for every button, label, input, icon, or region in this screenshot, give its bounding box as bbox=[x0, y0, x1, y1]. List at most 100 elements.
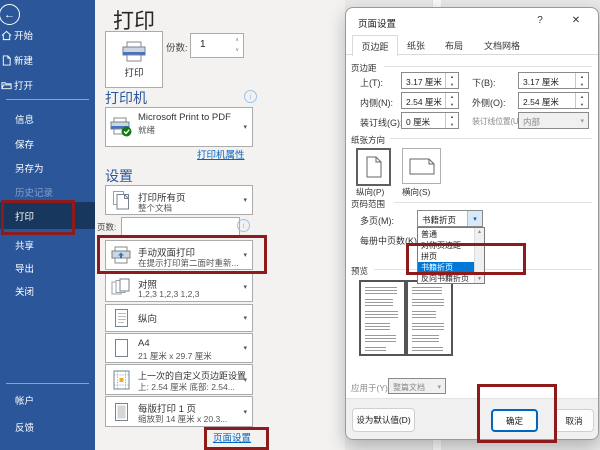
portrait-page-icon bbox=[114, 309, 129, 328]
option-book-fold[interactable]: 书籍折页 bbox=[418, 262, 475, 273]
sidebar-item-label: 信息 bbox=[15, 112, 34, 126]
margin-bottom-field[interactable]: 3.17 厘米 ▲▼ bbox=[518, 72, 589, 89]
back-button[interactable]: ← bbox=[0, 4, 20, 25]
group-divider bbox=[394, 202, 592, 203]
margins-selector[interactable]: 上一次的自定义页边距设置 上: 2.54 厘米 底部: 2.54... ▾ bbox=[105, 364, 253, 395]
help-button[interactable]: ? bbox=[528, 11, 552, 30]
option-label: 对称页边距 bbox=[421, 241, 461, 250]
copies-label: 份数: bbox=[166, 40, 188, 54]
printer-properties-link[interactable]: 打印机属性 bbox=[197, 147, 245, 161]
spinner[interactable]: ▲▼ bbox=[445, 93, 458, 108]
printer-selector[interactable]: Microsoft Print to PDF 就绪 ▾ bbox=[105, 107, 253, 147]
spinner[interactable]: ▲▼ bbox=[575, 73, 588, 88]
sidebar-item-close[interactable]: 关闭 bbox=[0, 280, 95, 302]
multi-pages-combobox[interactable]: 书籍折页 ▾ bbox=[417, 210, 483, 227]
sidebar-item-home[interactable]: 开始 bbox=[0, 24, 95, 46]
collation-selector[interactable]: 对照 1,2,3 1,2,3 1,2,3 ▾ bbox=[105, 272, 253, 302]
page-setup-dialog: 页面设置 ? ✕ 页边距 纸张 布局 文档网格 页边距 上(T): 3.17 厘… bbox=[345, 7, 599, 440]
dialog-title: 页面设置 bbox=[358, 16, 396, 30]
sidebar-item-share[interactable]: 共享 bbox=[0, 234, 95, 256]
scroll-down-icon[interactable]: ▼ bbox=[475, 276, 484, 282]
close-button[interactable]: ✕ bbox=[564, 11, 588, 30]
sidebar-item-label: 关闭 bbox=[15, 284, 34, 298]
chevron-down-icon: ▾ bbox=[243, 251, 247, 259]
margin-outside-field[interactable]: 2.54 厘米 ▲▼ bbox=[518, 92, 589, 109]
tab-layout[interactable]: 布局 bbox=[436, 36, 472, 55]
sidebar-item-label: 帐户 bbox=[15, 393, 34, 407]
sidebar-item-account[interactable]: 帐户 bbox=[0, 389, 95, 411]
combobox-value: 书籍折页 bbox=[422, 214, 456, 226]
sidebar-item-save[interactable]: 保存 bbox=[0, 133, 95, 155]
tab-margins[interactable]: 页边距 bbox=[352, 35, 398, 56]
pages-group-heading: 页码范围 bbox=[351, 198, 385, 210]
margin-top-field[interactable]: 3.17 厘米 ▲▼ bbox=[401, 72, 459, 89]
new-document-icon bbox=[1, 55, 12, 66]
sidebar-item-print[interactable]: 打印 bbox=[0, 202, 95, 229]
field-value: 3.17 厘米 bbox=[406, 76, 442, 88]
option-normal[interactable]: 普通 bbox=[418, 229, 468, 240]
gutter-position-select: 内部 ▾ bbox=[518, 112, 589, 129]
info-glyph: i bbox=[249, 92, 251, 101]
copies-stepper[interactable]: 1 ∧ ∨ bbox=[190, 33, 244, 58]
word-backstage-print-screen: ← 开始 新建 打开 信息 保存 另存为 历史记录 打印 共享 导出 bbox=[0, 0, 600, 450]
spin-up-icon: ▲ bbox=[576, 73, 588, 81]
spinner[interactable]: ▲▼ bbox=[445, 73, 458, 88]
print-button[interactable]: 打印 bbox=[105, 31, 163, 88]
option-mirror-margins[interactable]: 对称页边距 bbox=[418, 240, 468, 251]
dropdown-line2: 在提示打印第二面时重新... bbox=[138, 257, 239, 269]
duplex-printer-icon bbox=[111, 246, 131, 264]
sidebar-item-label: 打开 bbox=[14, 78, 33, 92]
landscape-option[interactable] bbox=[402, 148, 441, 184]
tab-label: 纸张 bbox=[407, 39, 425, 52]
orientation-selector[interactable]: 纵向 ▾ bbox=[105, 304, 253, 332]
sidebar-item-info[interactable]: 信息 bbox=[0, 108, 95, 130]
set-as-default-button[interactable]: 设为默认值(D) bbox=[352, 408, 415, 432]
pages-input[interactable] bbox=[121, 217, 240, 236]
back-arrow-icon: ← bbox=[4, 9, 15, 21]
sidebar-item-label: 打印 bbox=[15, 209, 34, 223]
sidebar-item-label: 历史记录 bbox=[15, 185, 53, 199]
spinner[interactable]: ▲▼ bbox=[445, 113, 458, 128]
pages-info-icon[interactable]: i bbox=[237, 219, 250, 232]
dropdown-scrollbar[interactable]: ▲ ▼ bbox=[474, 228, 484, 283]
pages-per-sheet-selector[interactable]: 每版打印 1 页 缩放到 14 厘米 x 20.3... ▾ bbox=[105, 396, 253, 427]
scroll-up-icon[interactable]: ▲ bbox=[475, 229, 484, 235]
info-icon[interactable]: i bbox=[244, 90, 257, 103]
field-value: 2.54 厘米 bbox=[523, 96, 559, 108]
paper-size-selector[interactable]: A4 21 厘米 x 29.7 厘米 ▾ bbox=[105, 333, 253, 363]
sidebar-item-label: 反馈 bbox=[15, 420, 34, 434]
page-setup-link[interactable]: 页面设置 bbox=[213, 430, 251, 444]
spin-up-icon[interactable]: ∧ bbox=[235, 38, 239, 43]
duplex-selector[interactable]: 手动双面打印 在提示打印第二面时重新... ▾ bbox=[105, 240, 253, 270]
sidebar-item-export[interactable]: 导出 bbox=[0, 257, 95, 279]
orientation-group-heading: 纸张方向 bbox=[351, 134, 385, 146]
option-two-per-sheet[interactable]: 拼页 bbox=[418, 251, 468, 262]
spin-down-icon[interactable]: ∨ bbox=[235, 48, 239, 53]
tab-paper[interactable]: 纸张 bbox=[398, 36, 434, 55]
tab-doc-grid[interactable]: 文档网格 bbox=[474, 36, 530, 55]
cancel-button[interactable]: 取消 bbox=[554, 409, 594, 432]
sidebar-item-new[interactable]: 新建 bbox=[0, 49, 95, 71]
print-range-selector[interactable]: 打印所有页 整个文档 ▾ bbox=[105, 185, 253, 215]
tab-label: 文档网格 bbox=[484, 39, 520, 52]
folder-icon bbox=[1, 80, 12, 91]
margin-inside-field[interactable]: 2.54 厘米 ▲▼ bbox=[401, 92, 459, 109]
sidebar-item-label: 导出 bbox=[15, 261, 34, 275]
ok-button[interactable]: 确定 bbox=[491, 409, 538, 432]
button-label: 确定 bbox=[506, 415, 523, 427]
gutter-field[interactable]: 0 厘米 ▲▼ bbox=[401, 112, 459, 129]
sidebar-item-feedback[interactable]: 反馈 bbox=[0, 416, 95, 438]
option-reverse-book-fold[interactable]: 反向书籍折页 bbox=[418, 273, 468, 284]
portrait-option[interactable] bbox=[356, 148, 391, 186]
tab-label: 页边距 bbox=[361, 40, 388, 53]
chevron-down-icon: ▾ bbox=[243, 376, 247, 384]
backstage-sidebar: ← 开始 新建 打开 信息 保存 另存为 历史记录 打印 共享 导出 bbox=[0, 0, 95, 450]
close-icon: ✕ bbox=[572, 15, 580, 26]
sidebar-divider bbox=[6, 99, 89, 100]
spin-down-icon: ▼ bbox=[576, 101, 588, 109]
spinner[interactable]: ▲▼ bbox=[575, 93, 588, 108]
spin-up-icon: ▲ bbox=[446, 73, 458, 81]
sidebar-item-open[interactable]: 打开 bbox=[0, 74, 95, 96]
sidebar-item-save-as[interactable]: 另存为 bbox=[0, 157, 95, 179]
chevron-down-icon[interactable]: ▾ bbox=[467, 211, 482, 226]
